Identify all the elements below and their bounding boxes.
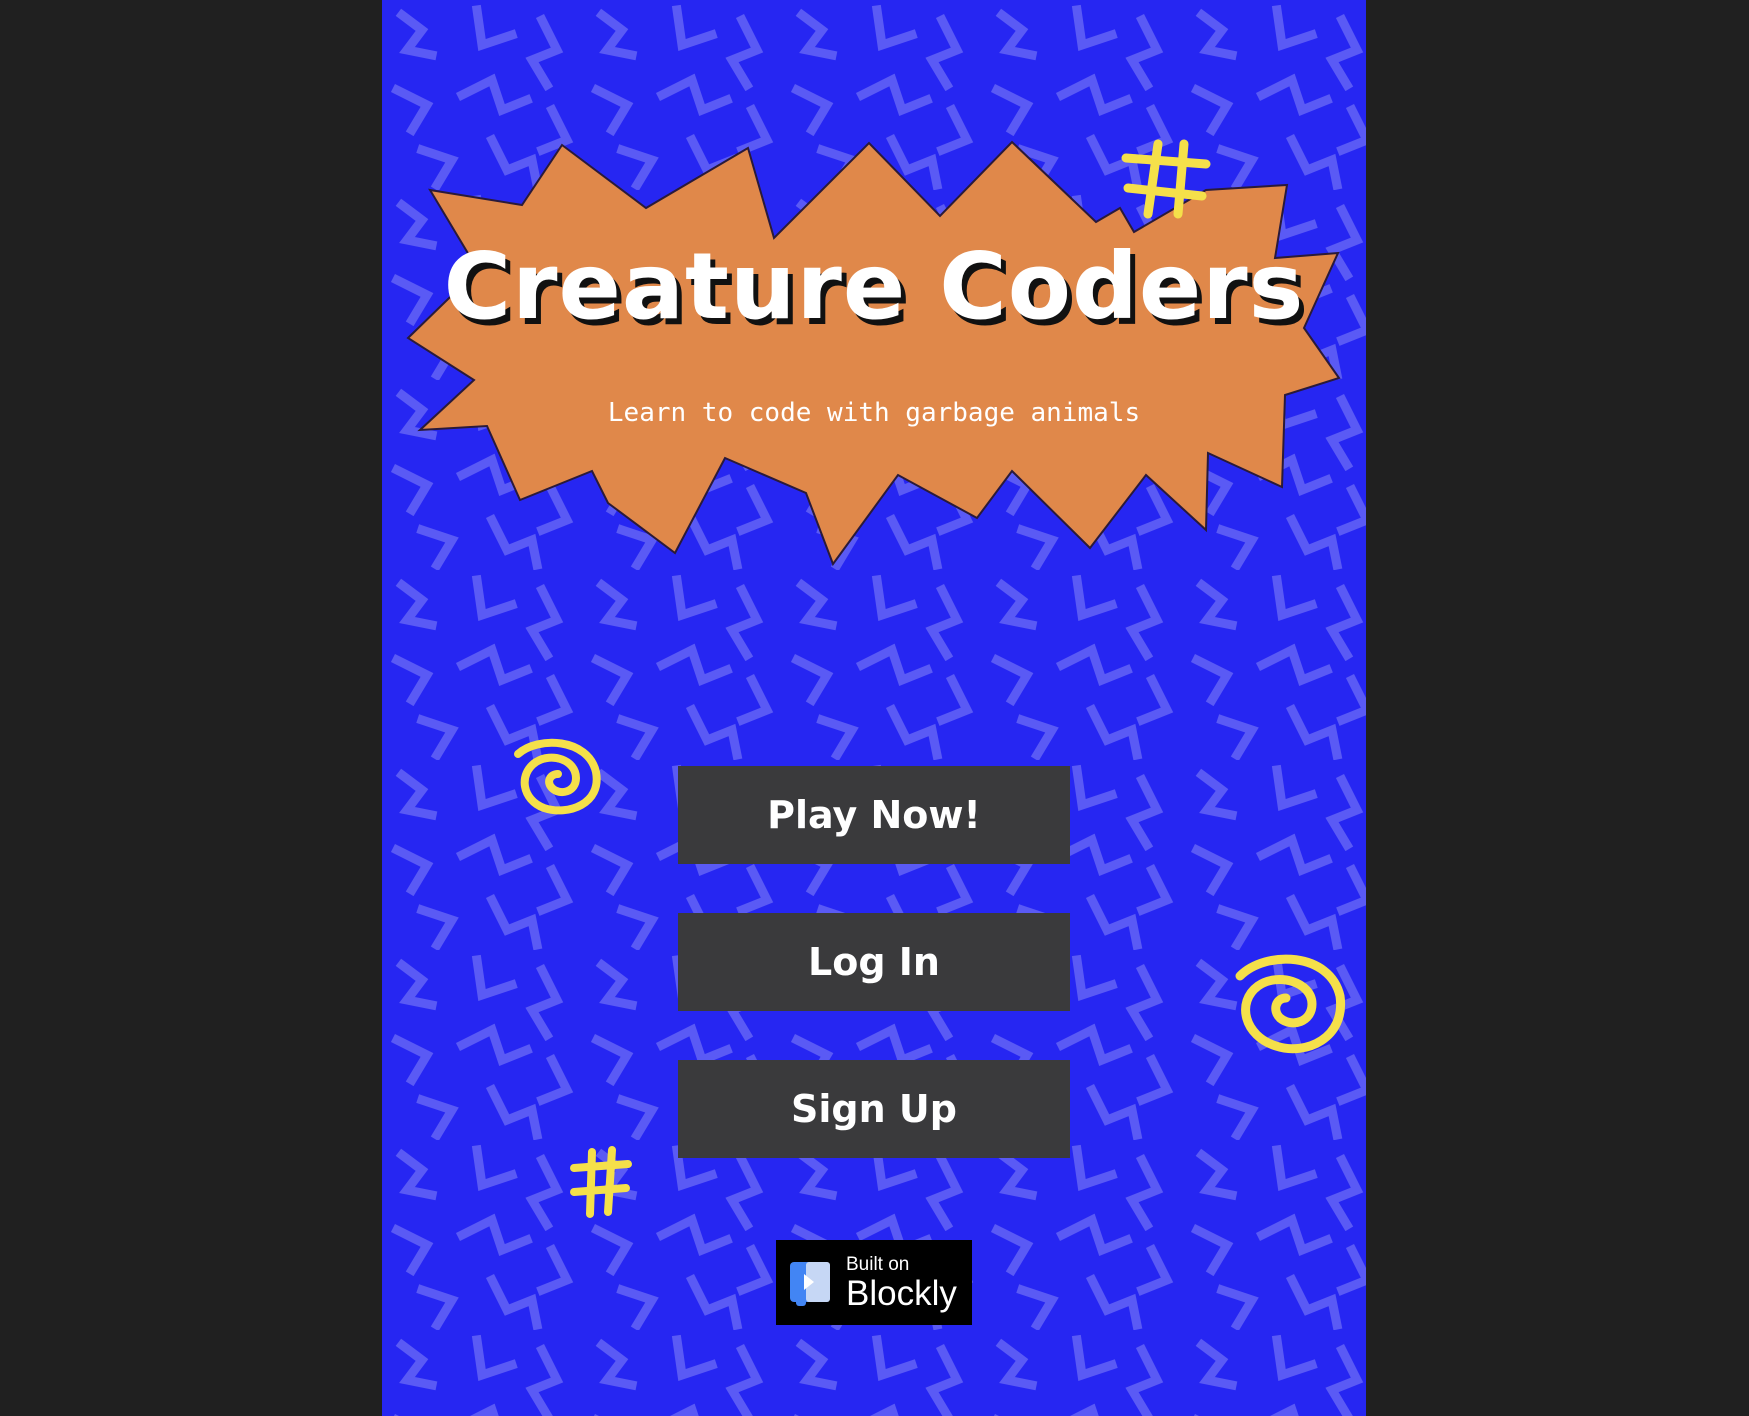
built-on-blockly-badge[interactable]: Built on Blockly bbox=[776, 1240, 972, 1325]
log-in-button[interactable]: Log In bbox=[678, 913, 1070, 1011]
badge-line-blockly: Blockly bbox=[846, 1273, 957, 1313]
badge-line-built-on: Built on bbox=[846, 1253, 910, 1275]
sign-up-button[interactable]: Sign Up bbox=[678, 1060, 1070, 1158]
hash-icon bbox=[1121, 139, 1211, 219]
spiral-icon bbox=[1235, 954, 1346, 1054]
app-title: Creature Coders bbox=[443, 233, 1305, 340]
spiral-icon bbox=[514, 738, 601, 815]
badge-text: Built on Blockly bbox=[846, 1255, 957, 1311]
app-subtitle: Learn to code with garbage animals bbox=[607, 398, 1141, 428]
blockly-logo-icon bbox=[790, 1261, 830, 1306]
hash-icon bbox=[570, 1146, 632, 1218]
landing-screen: Creature Coders Learn to code with garba… bbox=[382, 0, 1366, 1416]
play-now-button[interactable]: Play Now! bbox=[678, 766, 1070, 864]
